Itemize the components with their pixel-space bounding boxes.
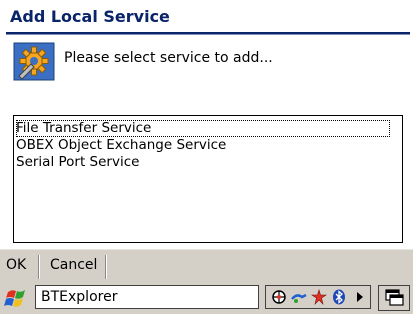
menu-bar: OK Cancel	[0, 249, 413, 283]
start-button[interactable]	[4, 285, 32, 311]
active-app-indicator[interactable]: BTExplorer	[35, 285, 259, 309]
cancel-button[interactable]: Cancel	[50, 257, 97, 273]
arrow-right-icon[interactable]	[352, 289, 368, 305]
bluetooth-icon[interactable]	[331, 289, 347, 305]
list-item[interactable]: OBEX Object Exchange Service	[16, 137, 226, 154]
dialog-title: Add Local Service	[10, 7, 170, 26]
windows-icon	[385, 289, 404, 306]
dialog-title-bar: Add Local Service	[0, 0, 413, 34]
active-app-name: BTExplorer	[41, 289, 118, 305]
taskbar: BTExplorer	[0, 282, 413, 314]
menu-separator	[38, 255, 39, 279]
network-icon[interactable]	[271, 289, 287, 305]
windows-flag-icon	[4, 290, 25, 307]
connection-icon[interactable]	[291, 289, 307, 305]
bluetooth-star-icon[interactable]	[311, 289, 327, 305]
list-item[interactable]: File Transfer Service	[16, 120, 390, 137]
menu-separator	[105, 255, 106, 279]
prompt-text: Please select service to add...	[64, 50, 273, 66]
service-gear-icon	[13, 42, 55, 81]
service-listbox[interactable]: File Transfer Service OBEX Object Exchan…	[13, 115, 403, 243]
system-tray	[265, 285, 371, 309]
title-divider-shadow	[6, 34, 410, 35]
list-item[interactable]: Serial Port Service	[16, 154, 139, 171]
window-switch-button[interactable]	[378, 285, 410, 311]
ok-button[interactable]: OK	[6, 257, 26, 273]
